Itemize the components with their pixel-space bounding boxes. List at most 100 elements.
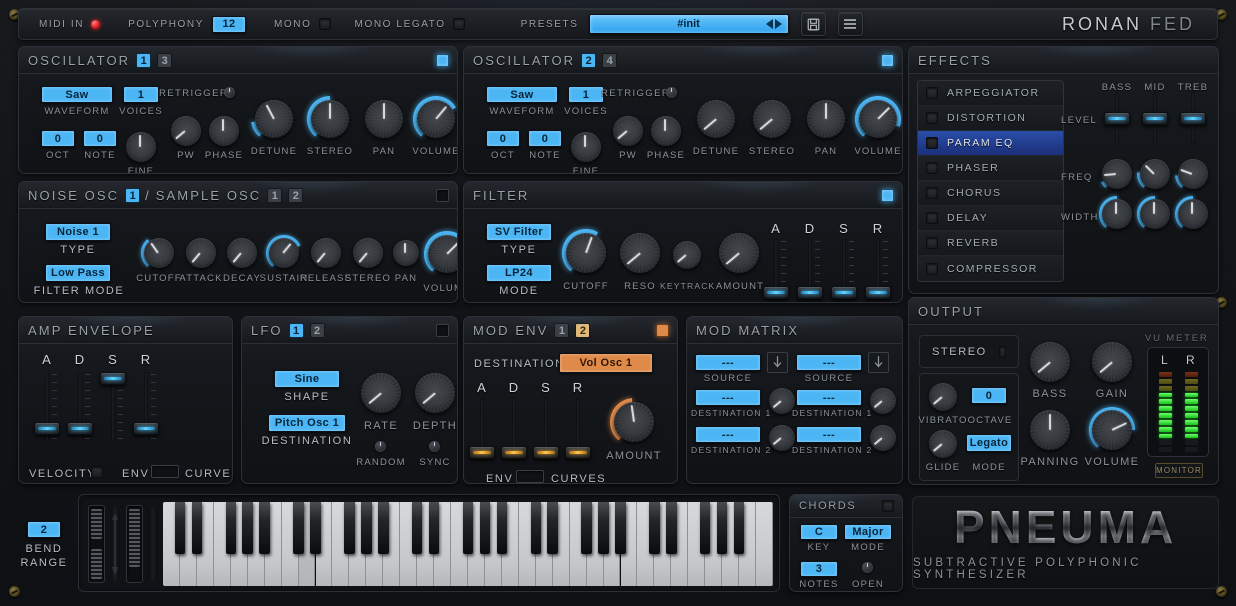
noise-stereo-knob[interactable] — [350, 235, 386, 271]
chords-key-value[interactable]: C — [800, 524, 838, 540]
chords-notes-value[interactable]: 3 — [800, 561, 838, 577]
polyphony-value[interactable]: 12 — [212, 15, 246, 33]
black-key[interactable] — [462, 502, 474, 555]
lfo-rate-knob[interactable] — [358, 370, 404, 416]
output-octave-value[interactable]: 0 — [971, 387, 1007, 404]
osc1-stereo-knob[interactable] — [307, 96, 353, 142]
output-gain-knob[interactable] — [1089, 339, 1135, 385]
eq-bass-width-knob[interactable] — [1099, 196, 1135, 232]
preset-selector[interactable]: #init — [588, 14, 789, 34]
effect-chorus-checkbox[interactable] — [926, 187, 938, 199]
amp-sustain-slider[interactable] — [99, 372, 127, 442]
amp-attack-slider[interactable] — [33, 372, 61, 442]
pitch-bend-wheel[interactable] — [88, 505, 105, 583]
osc1-phase-knob[interactable] — [207, 114, 241, 148]
chords-open-knob[interactable] — [862, 562, 873, 573]
black-key[interactable] — [479, 502, 491, 555]
filter-amount-knob[interactable] — [715, 229, 763, 277]
black-key[interactable] — [293, 502, 304, 555]
lfo-destination-value[interactable]: Pitch Osc 1 — [268, 414, 346, 432]
black-key[interactable] — [310, 502, 321, 555]
effect-phaser-checkbox[interactable] — [926, 162, 938, 174]
black-key[interactable] — [191, 502, 203, 555]
noise-type-value[interactable]: Noise 1 — [45, 223, 111, 241]
sample-osc-tab-1[interactable]: 1 — [267, 187, 283, 203]
mono-legato-checkbox[interactable] — [452, 18, 465, 30]
chords-mode-value[interactable]: Major — [844, 524, 892, 540]
piano-keyboard[interactable] — [163, 502, 773, 586]
effect-reverb-checkbox[interactable] — [926, 237, 938, 249]
mod-env-amount-knob[interactable] — [610, 398, 658, 446]
eq-bass-freq-knob[interactable] — [1099, 156, 1135, 192]
eq-mid-freq-knob[interactable] — [1137, 156, 1173, 192]
filter-release-slider[interactable] — [865, 239, 891, 301]
mod-slot-2-source-value[interactable]: --- — [796, 354, 862, 371]
noise-osc-tab-1[interactable]: 1 — [125, 187, 141, 203]
black-key[interactable] — [598, 502, 609, 555]
black-key[interactable] — [716, 502, 728, 555]
eq-bass-level-slider[interactable] — [1104, 92, 1130, 144]
black-key[interactable] — [615, 502, 626, 555]
lfo-tab-2[interactable]: 2 — [309, 322, 325, 338]
black-key[interactable] — [242, 502, 253, 555]
noise-attack-knob[interactable] — [183, 235, 219, 271]
lfo-depth-knob[interactable] — [412, 370, 457, 416]
filter-mode-value[interactable]: LP24 — [486, 264, 552, 282]
osc2-detune-knob[interactable] — [693, 96, 739, 142]
osc1-tab-1[interactable]: 1 — [136, 52, 152, 68]
effect-row-reverb[interactable]: REVERB — [918, 231, 1063, 256]
mod-wheel[interactable] — [126, 505, 143, 583]
osc1-fine-knob[interactable] — [124, 130, 158, 164]
noise-cutoff-knob[interactable] — [141, 235, 177, 271]
filter-decay-slider[interactable] — [797, 239, 823, 301]
noise-pan-knob[interactable] — [391, 238, 421, 268]
mod-env-curves-toggle[interactable] — [516, 470, 544, 483]
amp-decay-slider[interactable] — [66, 372, 94, 442]
chords-enable-checkbox[interactable] — [882, 500, 894, 512]
lfo-power-toggle[interactable] — [436, 324, 449, 337]
output-vibrato-knob[interactable] — [927, 381, 959, 413]
noise-sustain-knob[interactable] — [266, 235, 302, 271]
osc1-voices-value[interactable]: 1 — [123, 86, 159, 103]
osc1-note-value[interactable]: 0 — [83, 130, 117, 147]
effect-row-chorus[interactable]: CHORUS — [918, 181, 1063, 206]
mod-slot-1-arrow-button[interactable] — [767, 352, 788, 373]
osc2-waveform-value[interactable]: Saw — [486, 86, 558, 103]
osc2-voices-value[interactable]: 1 — [568, 86, 604, 103]
white-key[interactable] — [756, 502, 773, 586]
black-key[interactable] — [649, 502, 660, 555]
effect-row-arpeggiator[interactable]: ARPEGGIATOR — [918, 81, 1063, 106]
black-key[interactable] — [344, 502, 355, 555]
mod-slot-2-dest1-knob[interactable] — [868, 386, 898, 416]
black-key[interactable] — [225, 502, 237, 555]
osc2-tab-4[interactable]: 4 — [602, 52, 618, 68]
sample-osc-tab-2[interactable]: 2 — [288, 187, 304, 203]
eq-treb-freq-knob[interactable] — [1175, 156, 1211, 192]
black-key[interactable] — [411, 502, 423, 555]
filter-attack-slider[interactable] — [763, 239, 789, 301]
osc2-fine-knob[interactable] — [569, 130, 603, 164]
lfo-sync-knob[interactable] — [429, 441, 440, 452]
monitor-button[interactable]: MONITOR — [1155, 463, 1203, 478]
eq-treb-width-knob[interactable] — [1175, 196, 1211, 232]
osc1-pan-knob[interactable] — [361, 96, 407, 142]
black-key[interactable] — [547, 502, 558, 555]
noise-filter-mode-value[interactable]: Low Pass — [45, 264, 111, 282]
mod-slot-1-source-value[interactable]: --- — [695, 354, 761, 371]
noise-decay-knob[interactable] — [224, 235, 260, 271]
amp-env-curves-toggle[interactable] — [151, 465, 179, 478]
lfo-tab-1[interactable]: 1 — [288, 322, 304, 338]
mod-env-tab-1[interactable]: 1 — [554, 322, 570, 338]
black-key[interactable] — [733, 502, 745, 555]
osc2-tab-2[interactable]: 2 — [581, 52, 597, 68]
effect-param-eq-checkbox[interactable] — [926, 137, 938, 149]
effect-compressor-checkbox[interactable] — [926, 262, 938, 275]
osc2-stereo-knob[interactable] — [749, 96, 795, 142]
effect-row-param-eq[interactable]: PARAM EQ — [918, 131, 1063, 156]
osc1-detune-knob[interactable] — [251, 96, 297, 142]
black-key[interactable] — [361, 502, 372, 555]
mod-slot-1-dest2-value[interactable]: --- — [695, 426, 761, 443]
effect-delay-checkbox[interactable] — [926, 212, 938, 224]
mod-slot-2-arrow-button[interactable] — [868, 352, 889, 373]
filter-cutoff-knob[interactable] — [562, 229, 610, 277]
